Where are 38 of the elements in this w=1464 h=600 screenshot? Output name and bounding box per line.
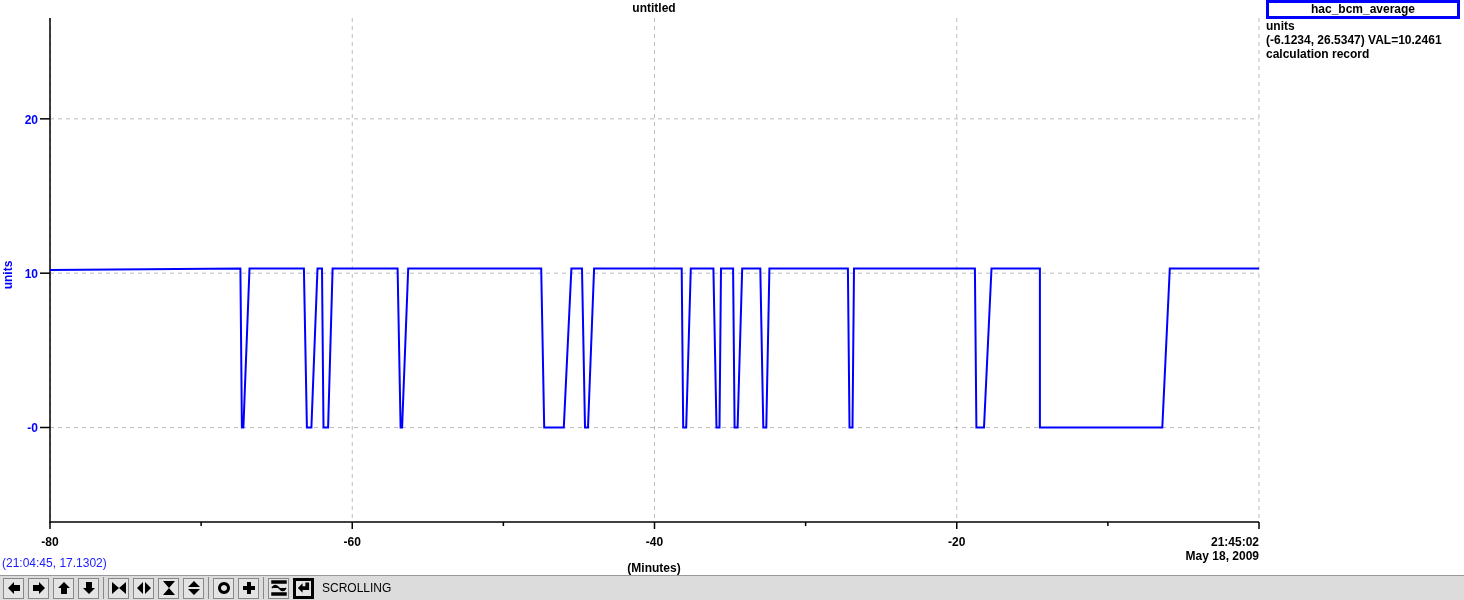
vertical-inward-triangles-icon	[160, 580, 177, 596]
tool-button[interactable]	[28, 577, 49, 599]
tool-button[interactable]	[238, 577, 259, 599]
legend-trace-button[interactable]: hac_bcm_average	[1266, 0, 1460, 19]
tool-button[interactable]	[3, 577, 24, 599]
arrow-right-icon	[30, 580, 47, 596]
return-arrow-icon	[296, 580, 311, 596]
legend-description: calculation record	[1266, 47, 1370, 61]
tool-button[interactable]	[53, 577, 74, 599]
y-tick-label: -0	[27, 421, 38, 436]
x-axis-label: (Minutes)	[627, 561, 681, 575]
x-tick-label: -40	[645, 535, 664, 549]
tool-button[interactable]	[268, 577, 289, 599]
x-tick-label: -80	[41, 535, 59, 549]
tool-button[interactable]	[213, 577, 234, 599]
date-label: May 18, 2009	[1185, 549, 1259, 563]
outward-triangles-icon	[135, 580, 152, 596]
mode-label: SCROLLING	[322, 581, 392, 595]
y-tick-label: 10	[24, 267, 38, 282]
tool-button[interactable]	[133, 577, 154, 599]
legend-range: (-6.1234, 26.5347) VAL=10.2461	[1266, 33, 1442, 47]
tool-button[interactable]	[293, 577, 314, 599]
wave-icon	[270, 580, 287, 596]
tool-button[interactable]	[183, 577, 204, 599]
tool-button[interactable]	[158, 577, 179, 599]
cursor-readout: (21:04:45, 17.1302)	[2, 556, 107, 570]
inward-triangles-icon	[110, 580, 127, 596]
end-time-label: 21:45:02	[1210, 535, 1259, 549]
tool-button[interactable]	[78, 577, 99, 599]
plus-icon	[240, 580, 257, 596]
x-tick-label: -20	[948, 535, 966, 549]
chart-title: untitled	[632, 1, 676, 15]
legend-units: units	[1266, 19, 1295, 33]
x-tick-label: -60	[343, 535, 361, 549]
y-axis-label: units	[1, 260, 15, 290]
y-tick-label: 20	[24, 112, 38, 127]
tool-button[interactable]	[108, 577, 129, 599]
ring-icon	[215, 580, 232, 596]
